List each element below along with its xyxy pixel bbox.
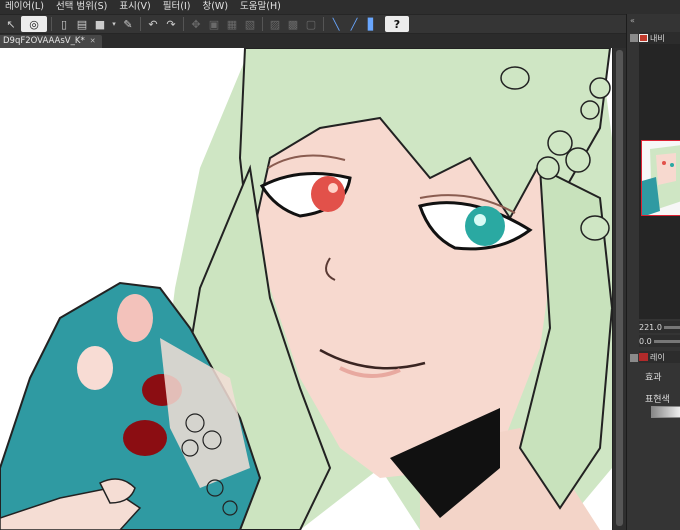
document-tab-title: D9qF2OVAAAsV_K* [3, 36, 85, 46]
menu-filter[interactable]: 필터(I) [158, 0, 198, 14]
special-ruler-snap-icon[interactable]: ╱ [346, 16, 362, 32]
deselect-icon[interactable]: ▨ [267, 16, 283, 32]
scale-icon[interactable]: ▣ [206, 16, 222, 32]
document-tab-bar: D9qF2OVAAAsV_K* ✕ [0, 34, 626, 48]
ruler-snap-icon[interactable]: ╲ [328, 16, 344, 32]
glove-spot-light [117, 294, 153, 342]
grid-snap-icon[interactable]: ▋ [364, 16, 380, 32]
command-toolbar: ↖ ◎ ▯ ▤ ■ ▾ ✎ ↶ ↷ ✥ ▣ ▦ ▧ ▨ ▩ ▢ ╲ ╱ ▋ ? [0, 14, 626, 34]
toolbar-divider [262, 17, 263, 31]
close-icon[interactable]: ✕ [90, 35, 96, 48]
glove-spot-light [77, 346, 113, 390]
layer-properties-header[interactable]: 레이 [639, 351, 680, 363]
rotation-slider-row[interactable]: 0.0 [639, 335, 680, 347]
clip-studio-logo-icon[interactable]: ◎ [21, 16, 47, 32]
open-folder-icon[interactable]: ▤ [74, 16, 90, 32]
fill-icon[interactable]: ▧ [242, 16, 258, 32]
menu-window[interactable]: 창(W) [197, 0, 235, 14]
navigator-icon [639, 34, 648, 42]
menu-layer[interactable]: 레이어(L) [0, 0, 51, 14]
zoom-slider-row[interactable]: 221.0 [639, 321, 680, 333]
menu-view[interactable]: 표시(V) [114, 0, 157, 14]
left-eye-iris [311, 176, 345, 212]
document-tab[interactable]: D9qF2OVAAAsV_K* ✕ [0, 35, 102, 48]
panel-grip-icon[interactable] [630, 354, 638, 362]
cursor-icon[interactable]: ↖ [3, 16, 19, 32]
zoom-slider[interactable] [663, 325, 680, 329]
invert-selection-icon[interactable]: ▩ [285, 16, 301, 32]
menu-bar: 레이어(L) 선택 범위(S) 표시(V) 필터(I) 창(W) 도움말(H) [0, 0, 680, 14]
help-button[interactable]: ? [385, 16, 409, 32]
navigator-label: 내비 [650, 33, 665, 43]
effect-label: 효과 [645, 373, 662, 383]
new-file-icon[interactable]: ▯ [56, 16, 72, 32]
toolbar-divider [183, 17, 184, 31]
undo-icon[interactable]: ↶ [145, 16, 161, 32]
layer-properties-label: 레이 [650, 352, 665, 362]
navigator-panel [639, 44, 680, 319]
selection-border-icon[interactable]: ▢ [303, 16, 319, 32]
thumbnail-image [642, 141, 680, 215]
menu-help[interactable]: 도움말(H) [235, 0, 288, 14]
menu-selection[interactable]: 선택 범위(S) [51, 0, 114, 14]
expression-color-label: 표현색 [645, 395, 670, 405]
left-eye-highlight [328, 183, 338, 193]
navigator-thumbnail[interactable] [641, 140, 680, 216]
right-eye-iris [465, 206, 505, 246]
toolbar-divider [51, 17, 52, 31]
toolbar-divider [323, 17, 324, 31]
transform-icon[interactable]: ✥ [188, 16, 204, 32]
vertical-scrollbar[interactable] [612, 48, 626, 530]
collapse-arrow-icon[interactable]: « [630, 17, 640, 27]
grid-icon[interactable]: ▦ [224, 16, 240, 32]
layer-properties-icon [639, 353, 648, 361]
toolbar-divider [140, 17, 141, 31]
zoom-value: 221.0 [639, 322, 662, 332]
scrollbar-thumb[interactable] [616, 50, 623, 526]
glove-spot-dark [123, 420, 167, 456]
save-icon[interactable]: ■ [92, 16, 108, 32]
redo-icon[interactable]: ↷ [163, 16, 179, 32]
rotation-value: 0.0 [639, 336, 652, 346]
panel-grip-icon[interactable] [630, 34, 638, 42]
navigator-panel-header[interactable]: 내비 [639, 32, 680, 44]
layer-properties-panel [639, 364, 680, 530]
right-dock-panel: « 내비 221.0 0.0 레이 효과 표현색 [626, 14, 680, 530]
clear-brush-icon[interactable]: ✎ [120, 16, 136, 32]
drawing-canvas[interactable] [0, 48, 612, 530]
artwork [0, 48, 612, 530]
save-dropdown-icon[interactable]: ▾ [110, 16, 118, 32]
right-eye-highlight [474, 214, 486, 226]
expression-color-selector[interactable] [651, 406, 680, 418]
rotation-slider[interactable] [653, 339, 680, 343]
